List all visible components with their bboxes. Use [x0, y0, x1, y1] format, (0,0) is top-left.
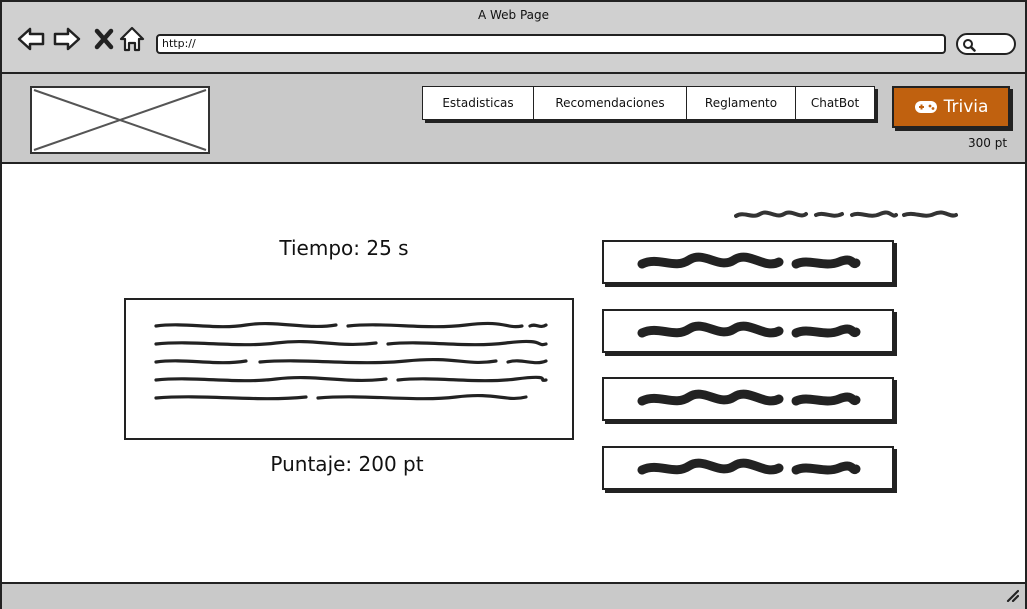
browser-chrome: A Web Page http:// — [2, 2, 1025, 74]
forward-icon[interactable] — [52, 24, 82, 54]
answer-scribble — [637, 458, 861, 475]
nav-recomendaciones[interactable]: Recomendaciones — [534, 87, 687, 119]
trivia-label: Trivia — [943, 97, 989, 117]
answer-option-1[interactable] — [602, 240, 894, 284]
url-input[interactable]: http:// — [156, 34, 946, 54]
main-nav: Estadisticas Recomendaciones Reglamento … — [422, 86, 875, 120]
answer-scribble — [637, 252, 861, 269]
score-label: Puntaje: 200 pt — [270, 452, 424, 476]
nav-chatbot[interactable]: ChatBot — [796, 87, 874, 119]
answer-option-2[interactable] — [602, 309, 894, 353]
trivia-button[interactable]: Trivia — [892, 86, 1010, 128]
search-icon — [963, 39, 976, 52]
answer-option-3[interactable] — [602, 377, 894, 421]
logo-placeholder — [30, 86, 210, 154]
nav-estadisticas[interactable]: Estadisticas — [423, 87, 534, 119]
search-field[interactable] — [956, 33, 1016, 55]
browser-window: A Web Page http:// Estadisticas Recomend… — [0, 0, 1027, 609]
home-icon[interactable] — [118, 24, 148, 54]
question-text-box — [124, 298, 574, 440]
status-bar — [2, 582, 1025, 609]
site-header: Estadisticas Recomendaciones Reglamento … — [2, 74, 1025, 218]
timer-label: Tiempo: 25 s — [279, 236, 409, 260]
nav-reglamento[interactable]: Reglamento — [687, 87, 796, 119]
answer-scribble — [637, 321, 861, 338]
question-text-scribble — [154, 321, 548, 401]
close-icon[interactable] — [90, 24, 120, 54]
user-points: 300 pt — [968, 136, 1008, 150]
window-title: A Web Page — [477, 8, 550, 22]
resize-grip-icon[interactable] — [1005, 588, 1019, 602]
answer-option-4[interactable] — [602, 446, 894, 490]
answer-scribble — [637, 389, 861, 406]
back-icon[interactable] — [16, 24, 46, 54]
gamepad-icon — [914, 101, 937, 113]
user-name-scribble — [734, 210, 958, 218]
